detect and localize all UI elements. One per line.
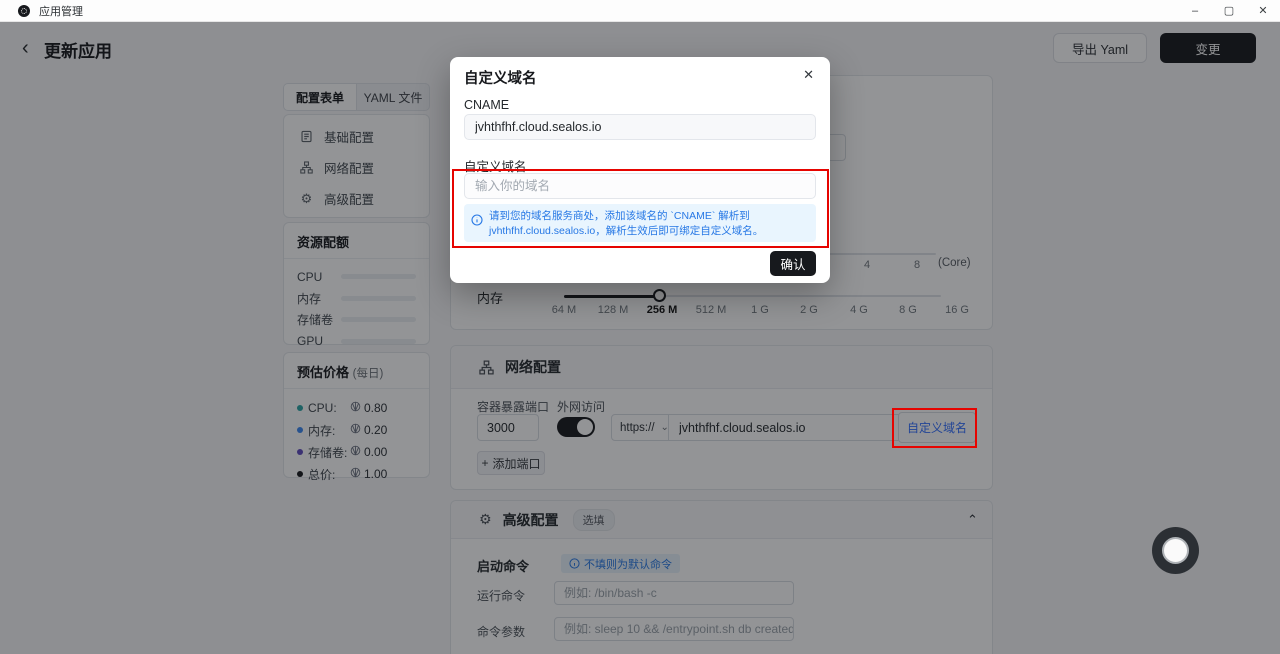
alert-text: 请到您的域名服务商处，添加该域名的 `CNAME` 解析到 jvhthfhf.c… bbox=[489, 209, 808, 242]
cname-info-alert: 请到您的域名服务商处，添加该域名的 `CNAME` 解析到 jvhthfhf.c… bbox=[464, 204, 816, 242]
close-icon[interactable]: ✕ bbox=[799, 65, 818, 85]
window-controls: – ▢ ✕ bbox=[1178, 0, 1280, 22]
info-icon bbox=[471, 214, 483, 242]
minimize-icon[interactable]: – bbox=[1178, 0, 1212, 22]
custom-domain-modal: 自定义域名 ✕ CNAME 自定义域名 请到您的域名服务商处，添加该域名的 `C… bbox=[450, 57, 830, 283]
floating-record-button[interactable] bbox=[1152, 527, 1199, 574]
window-titlebar: 应用管理 – ▢ ✕ bbox=[0, 0, 1280, 22]
cname-label: CNAME bbox=[464, 98, 509, 112]
custom-domain-input[interactable] bbox=[464, 173, 816, 199]
app-window: 应用管理 – ▢ ✕ ‹ 更新应用 导出 Yaml 变更 配置表单 YAML 文… bbox=[0, 0, 1280, 654]
confirm-button[interactable]: 确认 bbox=[770, 251, 816, 276]
cname-input[interactable] bbox=[464, 114, 816, 140]
app-logo-icon bbox=[18, 5, 30, 17]
modal-title: 自定义域名 bbox=[464, 67, 537, 88]
maximize-icon[interactable]: ▢ bbox=[1212, 0, 1246, 22]
close-icon[interactable]: ✕ bbox=[1246, 0, 1280, 22]
floating-record-button-center bbox=[1162, 537, 1189, 564]
window-title: 应用管理 bbox=[39, 3, 83, 19]
